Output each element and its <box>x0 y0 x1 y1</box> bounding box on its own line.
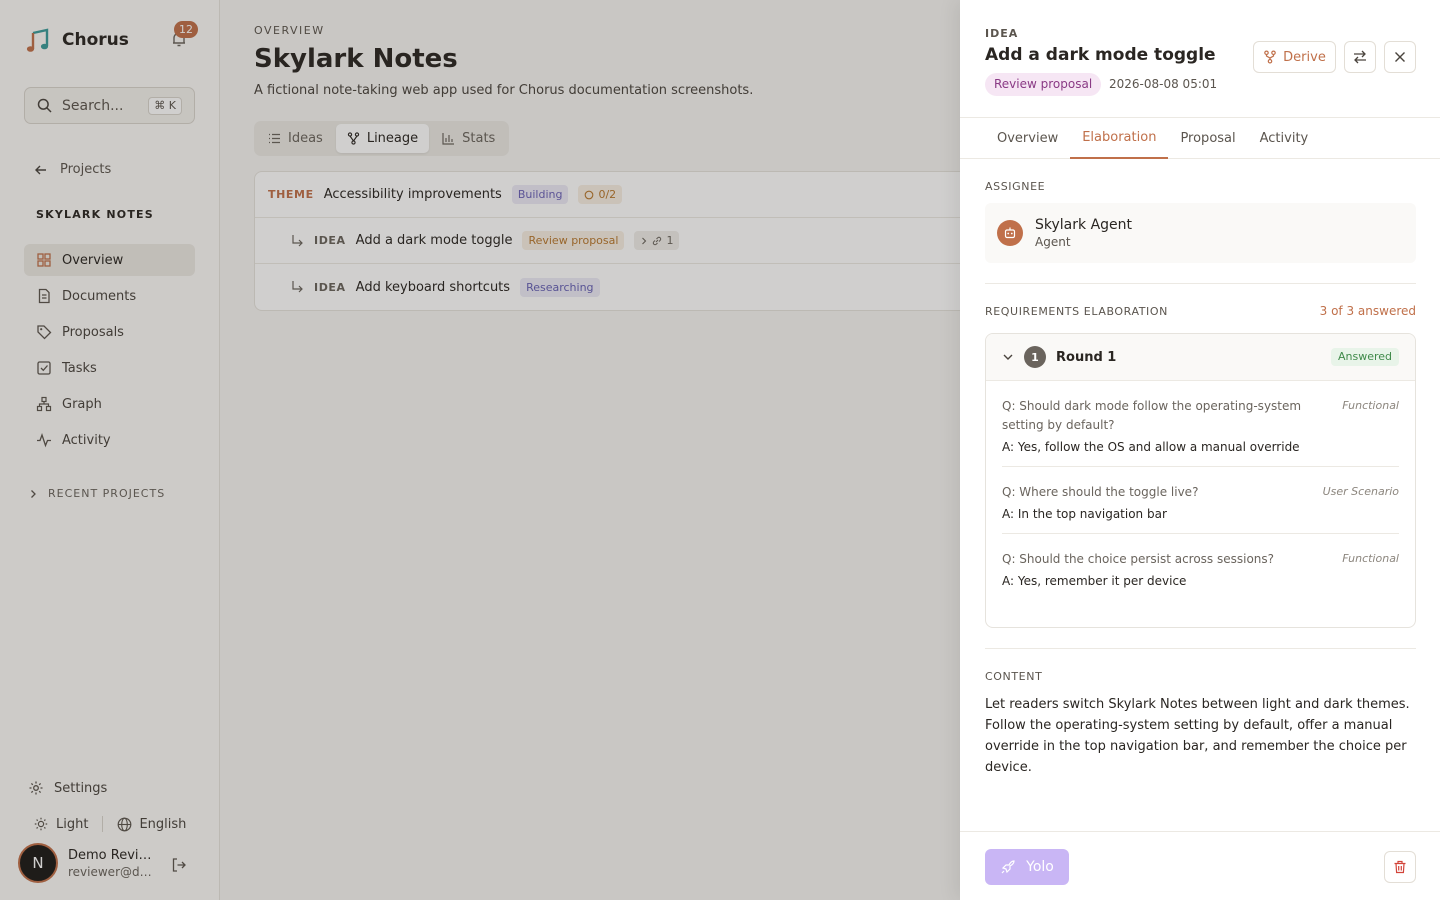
round-number: 1 <box>1024 346 1046 368</box>
divider <box>985 648 1416 649</box>
fork-icon <box>1264 50 1276 64</box>
assignee-card[interactable]: Skylark Agent Agent <box>985 203 1416 263</box>
drawer-footer: Yolo <box>960 831 1440 900</box>
elaboration-round: 1 Round 1 Answered Q: Should dark mode f… <box>985 333 1416 628</box>
tab-activity[interactable]: Activity <box>1248 118 1321 159</box>
status-badge: Review proposal <box>985 73 1102 96</box>
tab-elaboration[interactable]: Elaboration <box>1070 118 1169 159</box>
answer: A: Yes, remember it per device <box>1002 574 1187 588</box>
answered-count: 3 of 3 answered <box>1319 304 1416 318</box>
round-title: Round 1 <box>1056 349 1117 365</box>
drawer-kind: IDEA <box>985 27 1019 40</box>
round-header[interactable]: 1 Round 1 Answered <box>986 334 1415 381</box>
qa-item: Q: Should dark mode follow the operating… <box>1002 381 1399 467</box>
assignee-role: Agent <box>1035 235 1071 249</box>
swap-arrows-icon <box>1354 50 1366 64</box>
assignee-name: Skylark Agent <box>1035 217 1133 233</box>
qa-item: Q: Should the choice persist across sess… <box>1002 534 1399 600</box>
close-icon <box>1395 52 1405 62</box>
chevron-down-icon <box>1003 354 1013 360</box>
delete-button[interactable] <box>1384 851 1416 883</box>
yolo-label: Yolo <box>1026 859 1054 875</box>
tab-overview[interactable]: Overview <box>985 118 1070 159</box>
answer: A: Yes, follow the OS and allow a manual… <box>1002 440 1300 454</box>
answered-badge: Answered <box>1330 348 1399 366</box>
divider <box>985 283 1416 284</box>
modal-backdrop[interactable] <box>0 0 960 900</box>
content-label: CONTENT <box>985 670 1043 683</box>
drawer-title: Add a dark mode toggle <box>985 45 1216 65</box>
question: Q: Where should the toggle live? <box>1002 485 1199 499</box>
derive-label: Derive <box>1283 49 1326 65</box>
derive-button[interactable]: Derive <box>1253 41 1336 73</box>
tab-proposal[interactable]: Proposal <box>1168 118 1247 159</box>
yolo-button[interactable]: Yolo <box>985 849 1069 885</box>
close-button[interactable] <box>1384 41 1416 73</box>
question-category: User Scenario <box>1322 485 1399 498</box>
question-category: Functional <box>1342 552 1399 565</box>
robot-icon <box>1004 227 1016 239</box>
idea-detail-drawer: IDEA Add a dark mode toggle Review propo… <box>960 0 1440 900</box>
answer: A: In the top navigation bar <box>1002 507 1167 521</box>
drawer-tabs: Overview Elaboration Proposal Activity <box>960 117 1440 159</box>
created-date: 2026-08-08 05:01 <box>1109 77 1218 91</box>
agent-avatar <box>997 220 1023 246</box>
assignee-label: ASSIGNEE <box>985 180 1046 193</box>
question-category: Functional <box>1342 399 1399 412</box>
question: Q: Should dark mode follow the operating… <box>1002 399 1302 432</box>
trash-icon <box>1394 860 1406 874</box>
rocket-icon <box>1001 860 1015 874</box>
idea-content: Let readers switch Skylark Notes between… <box>985 697 1410 775</box>
switch-button[interactable] <box>1344 41 1376 73</box>
question: Q: Should the choice persist across sess… <box>1002 552 1275 566</box>
requirements-label: REQUIREMENTS ELABORATION <box>985 305 1168 318</box>
qa-item: Q: Where should the toggle live? A: In t… <box>1002 467 1399 534</box>
